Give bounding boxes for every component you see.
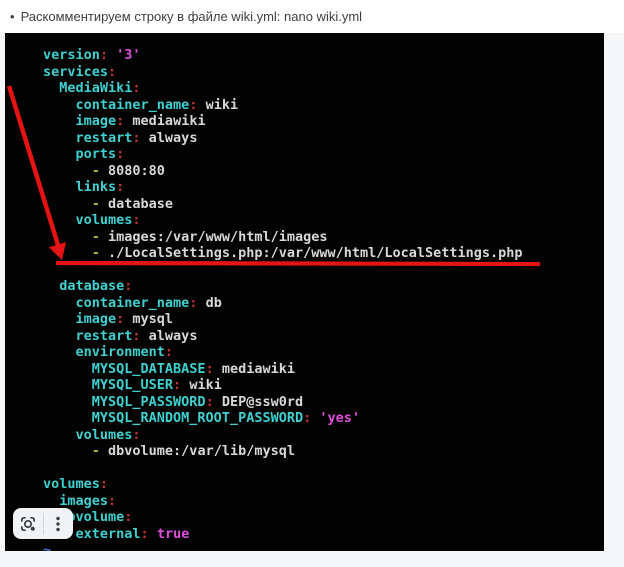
yaml-line: restart: always	[43, 130, 604, 147]
yaml-line: links:	[43, 179, 604, 196]
bullet-marker: •	[10, 9, 15, 24]
yaml-line: services:	[43, 64, 604, 81]
yaml-line: database:	[43, 278, 604, 295]
yaml-line: MYSQL_USER: wiki	[43, 377, 604, 394]
yaml-line: MYSQL_PASSWORD: DEP@ssw0rd	[43, 394, 604, 411]
terminal-window: version: '3'services: MediaWiki: contain…	[5, 33, 604, 551]
yaml-line: - dbvolume:/var/lib/mysql	[43, 443, 604, 460]
yaml-line: volumes:	[43, 476, 604, 493]
yaml-line: volumes:	[43, 427, 604, 444]
yaml-line: volumes:	[43, 212, 604, 229]
yaml-line: image: mysql	[43, 311, 604, 328]
yaml-line	[43, 460, 604, 477]
yaml-line: container_name: wiki	[43, 97, 604, 114]
yaml-line: MediaWiki:	[43, 80, 604, 97]
bullet-text: Раскомментируем строку в файле wiki.yml:…	[21, 9, 363, 24]
yaml-line: ~	[43, 542, 604, 551]
yaml-line: - 8080:80	[43, 163, 604, 180]
yaml-line: MYSQL_RANDOM_ROOT_PASSWORD: 'yes'	[43, 410, 604, 427]
yaml-line: image: mediawiki	[43, 113, 604, 130]
yaml-line: dbvolume:	[43, 509, 604, 526]
more-options-button[interactable]	[44, 508, 74, 539]
yaml-line: container_name: db	[43, 295, 604, 312]
lens-dot	[31, 526, 35, 530]
image-hover-toolbar	[13, 508, 73, 539]
yaml-code: version: '3'services: MediaWiki: contain…	[5, 33, 604, 551]
bullet-line: • Раскомментируем строку в файле wiki.yml…	[0, 0, 624, 33]
screenshot-area: version: '3'services: MediaWiki: contain…	[0, 33, 624, 567]
yaml-line: environment:	[43, 344, 604, 361]
yaml-line	[43, 262, 604, 279]
lens-search-button[interactable]	[13, 508, 43, 539]
kebab-menu-icon	[49, 515, 67, 533]
yaml-line: MYSQL_DATABASE: mediawiki	[43, 361, 604, 378]
yaml-line: - images:/var/www/html/images	[43, 229, 604, 246]
lens-search-icon	[19, 515, 37, 533]
yaml-line: ports:	[43, 146, 604, 163]
yaml-line: restart: always	[43, 328, 604, 345]
yaml-line: external: true	[43, 526, 604, 543]
yaml-line: - ./LocalSettings.php:/var/www/html/Loca…	[43, 245, 604, 262]
yaml-line: images:	[43, 493, 604, 510]
yaml-line: - database	[43, 196, 604, 213]
yaml-line: version: '3'	[43, 47, 604, 64]
